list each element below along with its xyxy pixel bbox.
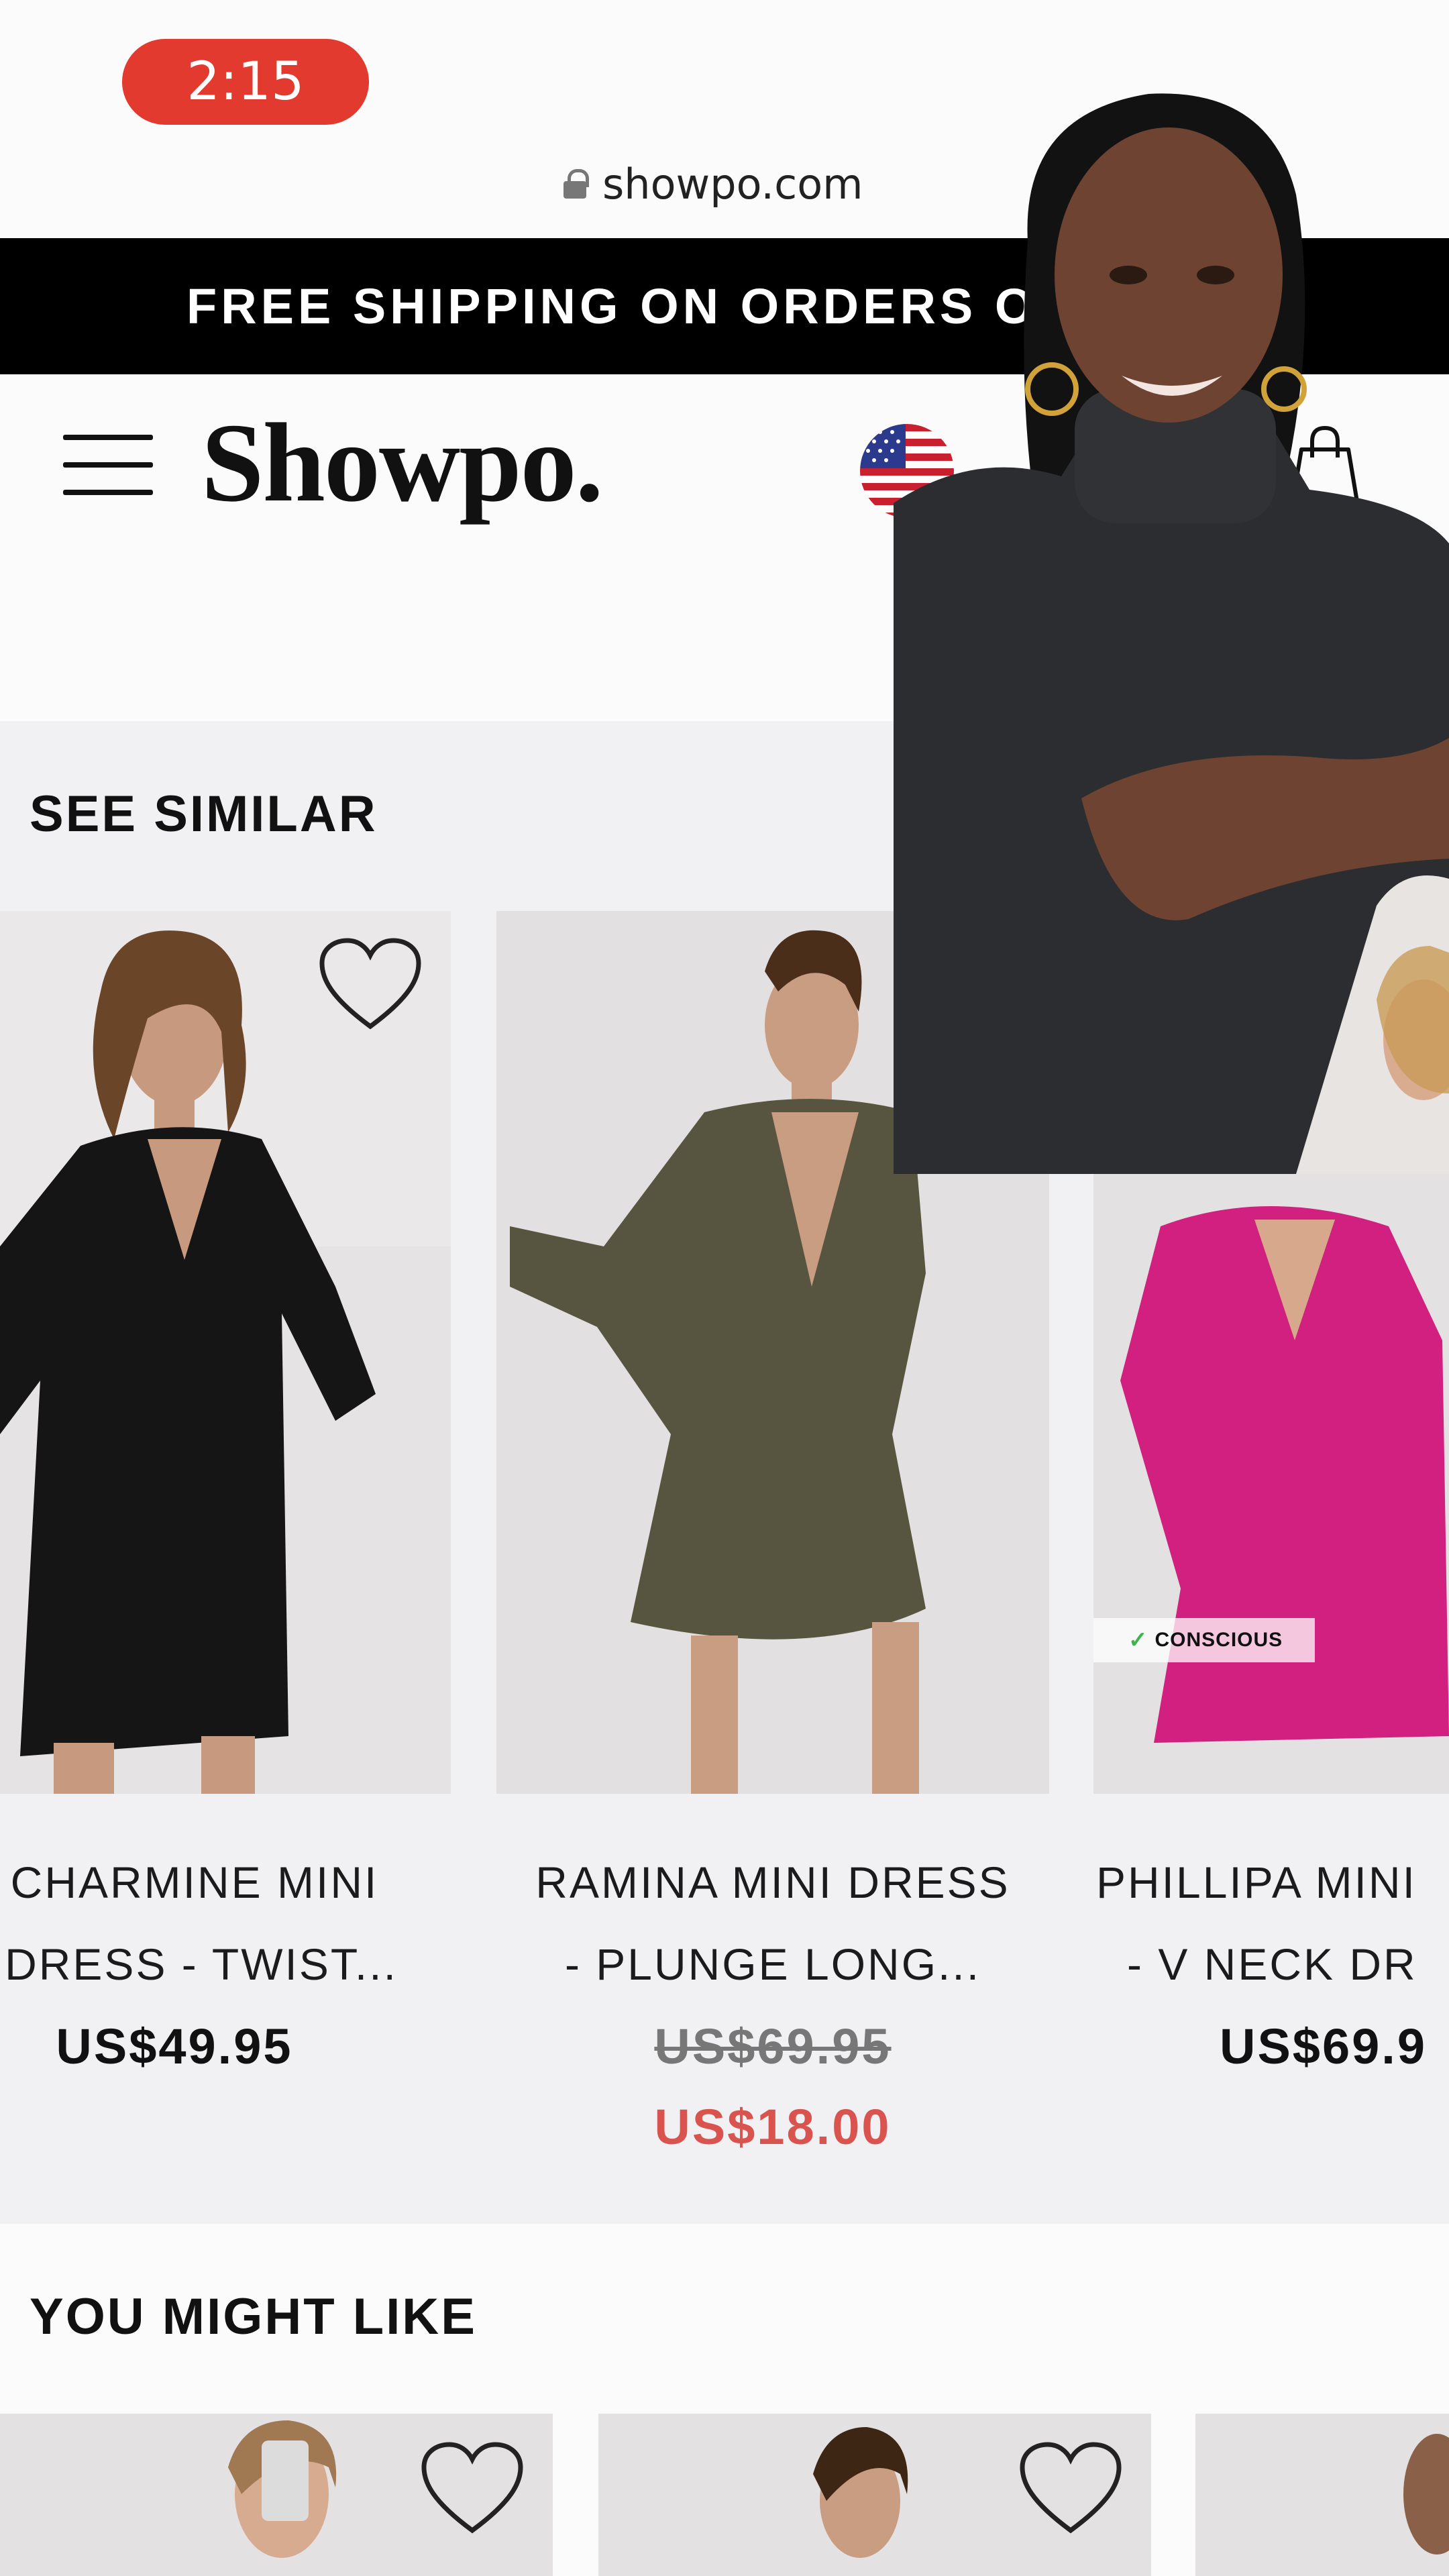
product-sale-price: US$18.00 (654, 2099, 892, 2155)
hamburger-menu-icon[interactable] (63, 435, 153, 495)
product-image-charmine[interactable] (0, 911, 451, 1794)
product-price: US$49.95 (56, 2019, 293, 2074)
product-title-line1[interactable]: CHARMINE MINI (0, 1857, 402, 1908)
conscious-badge: ✓ CONSCIOUS (1093, 1618, 1315, 1662)
presenter-video-overlay (894, 93, 1449, 1174)
lock-icon (564, 169, 589, 199)
url-text: showpo.com (602, 159, 863, 209)
conscious-badge-text: CONSCIOUS (1155, 1629, 1283, 1651)
you-might-like-heading: YOU MIGHT LIKE (30, 2288, 477, 2345)
wishlist-heart-icon[interactable] (1017, 2439, 1124, 2540)
product-original-price: US$69.95 (654, 2019, 892, 2074)
wishlist-heart-icon[interactable] (419, 2439, 526, 2540)
see-similar-heading: SEE SIMILAR (30, 786, 378, 843)
product-title-line1[interactable]: PHILLIPA MINI (1096, 1857, 1449, 1908)
product-image-ymal-3[interactable] (1195, 2414, 1449, 2576)
wishlist-heart-icon[interactable] (317, 935, 424, 1036)
product-title-line1[interactable]: RAMINA MINI DRESS (496, 1857, 1049, 1908)
product-title-line2[interactable]: DRESS - TWIST... (0, 1939, 416, 1990)
leaf-icon: ✓ (1128, 1627, 1148, 1653)
site-logo[interactable]: Showpo. (201, 402, 604, 523)
product-price: US$69.9 (1220, 2019, 1427, 2074)
status-time: 2:15 (122, 39, 369, 125)
address-bar[interactable]: showpo.com (564, 156, 863, 212)
product-title-line2[interactable]: - PLUNGE LONG... (496, 1939, 1049, 1990)
product-title-line2[interactable]: - V NECK DR (1127, 1939, 1449, 1990)
